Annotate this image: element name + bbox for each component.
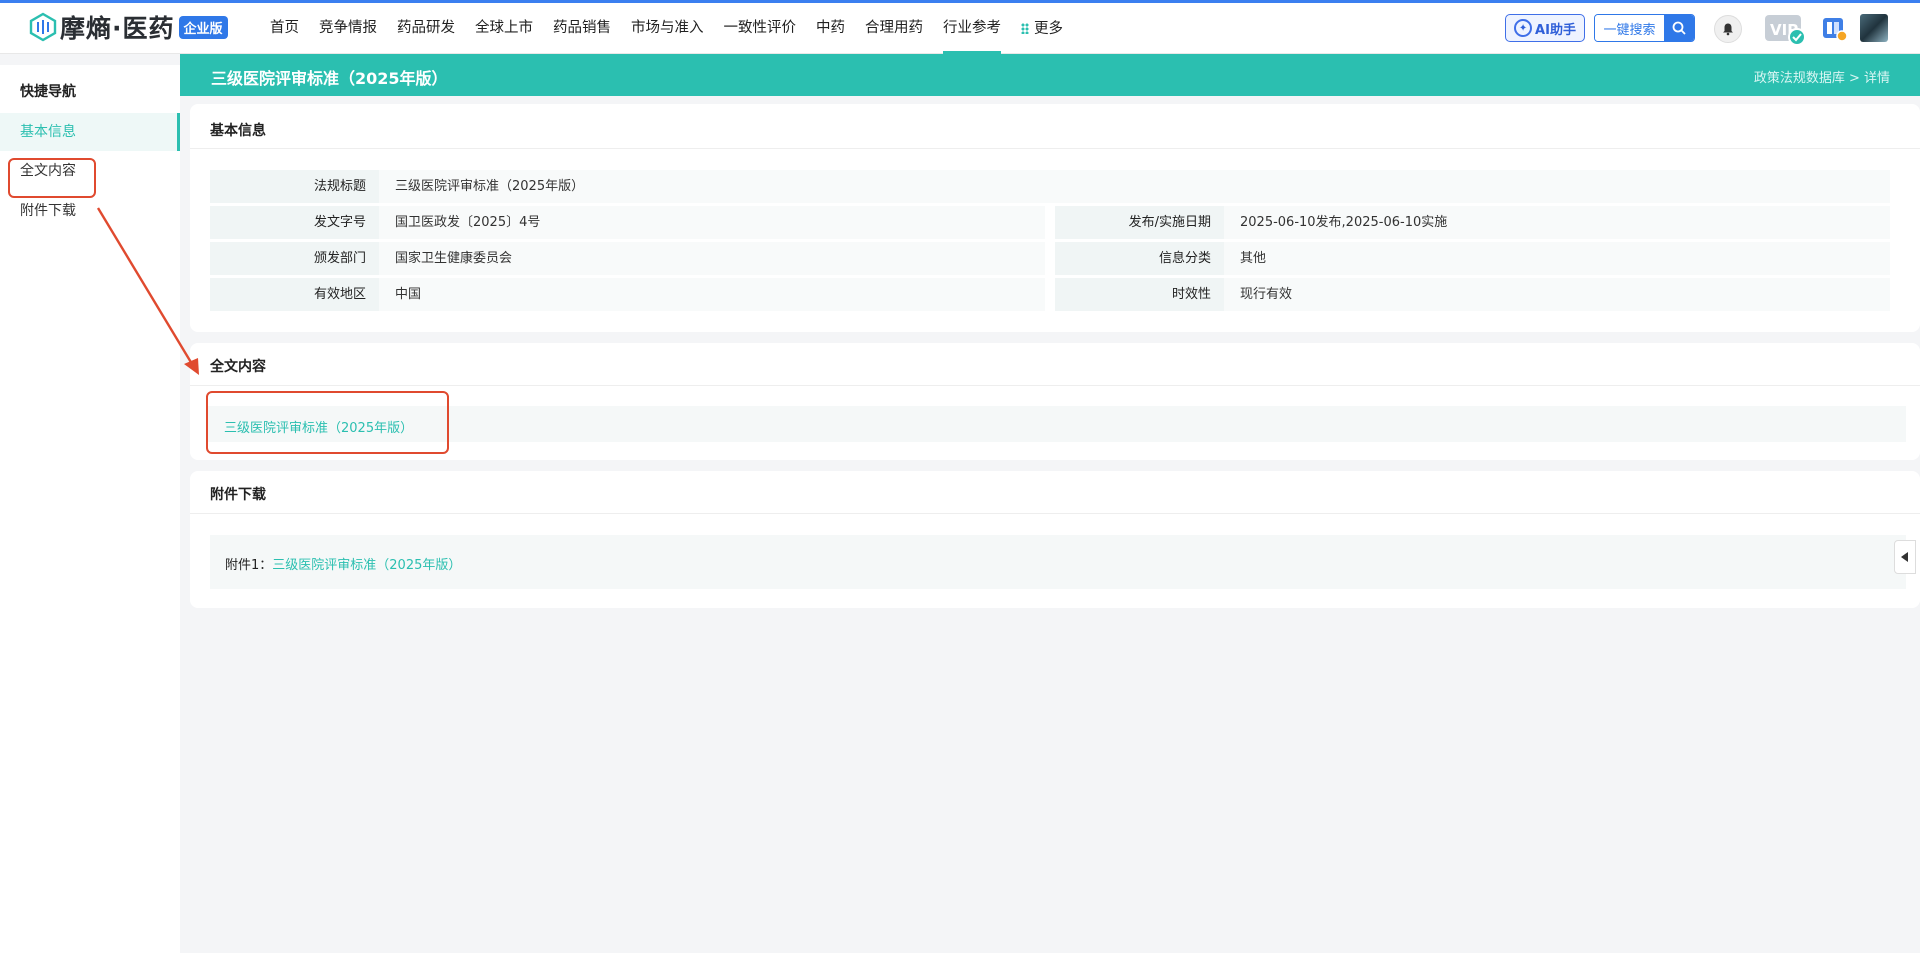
highlight-box-full-text-link <box>206 391 449 454</box>
attachment-prefix: 附件1： <box>225 558 273 573</box>
book-icon[interactable] <box>1820 14 1848 42</box>
info-row-region: 有效地区 中国 <box>210 278 1045 311</box>
department-label: 颁发部门 <box>210 242 379 275</box>
ai-assistant-button[interactable]: ✦ AI助手 <box>1505 14 1585 42</box>
nav-item-competition[interactable]: 竞争情报 <box>309 3 387 54</box>
sidebar-item-basic-info[interactable]: 基本信息 <box>0 113 180 151</box>
nav-item-global-launch[interactable]: 全球上市 <box>465 3 543 54</box>
nav-item-consistency[interactable]: 一致性评价 <box>714 3 807 54</box>
collapse-panel-toggle[interactable] <box>1894 540 1916 574</box>
regulation-title-label: 法规标题 <box>210 170 379 203</box>
regulation-title-value: 三级医院评审标准（2025年版） <box>379 170 1890 203</box>
info-row-doc-number: 发文字号 国卫医政发〔2025〕4号 <box>210 206 1045 239</box>
full-text-title: 全文内容 <box>210 359 266 375</box>
quick-nav-title: 快捷导航 <box>20 84 76 100</box>
doc-number-label: 发文字号 <box>210 206 379 239</box>
ai-assistant-label: AI助手 <box>1535 22 1576 38</box>
quick-nav-sidebar: 快捷导航 基本信息 全文内容 附件下载 <box>0 65 180 953</box>
vip-badge-icon[interactable]: VIP <box>1764 13 1806 46</box>
info-row-title: 法规标题 三级医院评审标准（2025年版） <box>210 170 1890 203</box>
page-title: 三级医院评审标准（2025年版） <box>211 69 448 88</box>
basic-info-title: 基本信息 <box>210 123 266 139</box>
breadcrumb[interactable]: 政策法规数据库 > 详情 <box>1754 67 1890 86</box>
region-label: 有效地区 <box>210 278 379 311</box>
highlight-box-full-text-nav <box>8 158 96 198</box>
attachment-item: 附件1：三级医院评审标准（2025年版） <box>225 554 461 573</box>
quick-search-button[interactable]: 一键搜索 <box>1594 14 1695 42</box>
divider <box>190 385 1920 386</box>
nav-item-sales[interactable]: 药品销售 <box>543 3 621 54</box>
nav-item-industry-reference[interactable]: 行业参考 <box>933 3 1011 54</box>
doc-number-value: 国卫医政发〔2025〕4号 <box>379 206 1045 239</box>
edition-badge: 企业版 <box>178 15 228 39</box>
nav-item-more[interactable]: 更多 <box>1011 3 1073 54</box>
grid-dots-icon <box>1021 23 1029 34</box>
validity-label: 时效性 <box>1055 278 1224 311</box>
info-row-category: 信息分类 其他 <box>1055 242 1890 275</box>
department-value: 国家卫生健康委员会 <box>379 242 1045 275</box>
logo-mark-icon <box>29 12 57 42</box>
info-row-department: 颁发部门 国家卫生健康委员会 <box>210 242 1045 275</box>
info-row-date: 发布/实施日期 2025-06-10发布,2025-06-10实施 <box>1055 206 1890 239</box>
validity-value: 现行有效 <box>1224 278 1890 311</box>
main-nav: 首页 竞争情报 药品研发 全球上市 药品销售 市场与准入 一致性评价 中药 合理… <box>260 3 1073 54</box>
user-avatar[interactable] <box>1860 14 1888 42</box>
nav-item-rnd[interactable]: 药品研发 <box>387 3 465 54</box>
ai-icon: ✦ <box>1514 19 1533 37</box>
quick-search-label: 一键搜索 <box>1595 15 1664 41</box>
divider <box>190 148 1920 149</box>
date-value: 2025-06-10发布,2025-06-10实施 <box>1224 206 1890 239</box>
brand-logo[interactable]: 摩熵·医药 企业版 <box>28 10 228 44</box>
attachments-title: 附件下载 <box>210 487 266 503</box>
page-title-banner: 三级医院评审标准（2025年版） 政策法规数据库 > 详情 <box>180 54 1920 96</box>
basic-info-card: 基本信息 法规标题 三级医院评审标准（2025年版） 发文字号 国卫医政发〔20… <box>190 104 1920 332</box>
brand-name: 摩熵·医药 <box>60 14 175 43</box>
top-header: 摩熵·医药 企业版 首页 竞争情报 药品研发 全球上市 药品销售 市场与准入 一… <box>0 3 1920 54</box>
divider <box>190 513 1920 514</box>
notification-bell-icon[interactable] <box>1714 15 1742 43</box>
category-value: 其他 <box>1224 242 1890 275</box>
full-text-content-box <box>206 406 1906 442</box>
category-label: 信息分类 <box>1055 242 1224 275</box>
nav-item-home[interactable]: 首页 <box>260 3 309 54</box>
nav-item-tcm[interactable]: 中药 <box>806 3 855 54</box>
attachment-link[interactable]: 三级医院评审标准（2025年版） <box>272 558 461 573</box>
caret-left-icon <box>1901 552 1908 562</box>
attachments-card: 附件下载 附件1：三级医院评审标准（2025年版） <box>190 471 1920 608</box>
full-text-card: 全文内容 三级医院评审标准（2025年版） <box>190 343 1920 460</box>
nav-item-market-access[interactable]: 市场与准入 <box>621 3 714 54</box>
date-label: 发布/实施日期 <box>1055 206 1224 239</box>
info-row-validity: 时效性 现行有效 <box>1055 278 1890 311</box>
search-icon <box>1664 15 1694 41</box>
nav-item-rational-use[interactable]: 合理用药 <box>855 3 933 54</box>
nav-more-label: 更多 <box>1034 20 1063 37</box>
region-value: 中国 <box>379 278 1045 311</box>
attachment-item-box <box>210 535 1906 589</box>
